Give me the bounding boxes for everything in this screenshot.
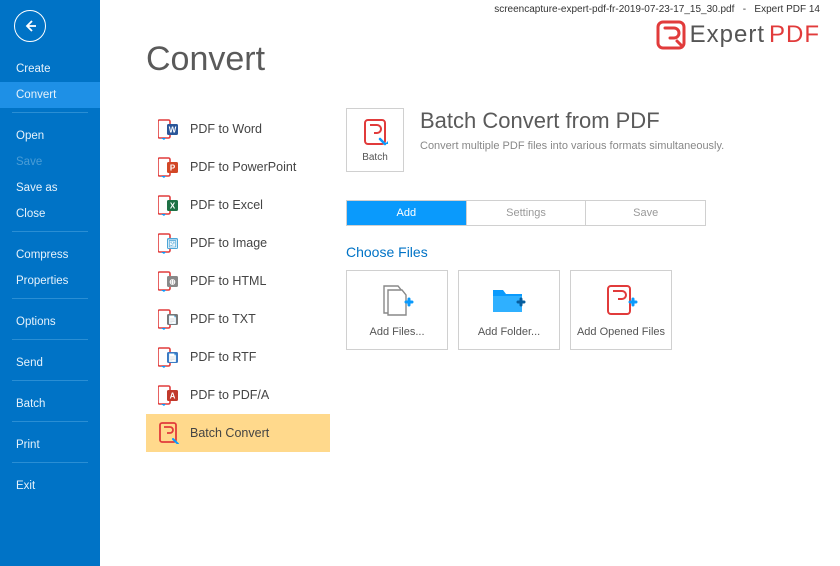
sidebar-item-close[interactable]: Close <box>0 201 100 227</box>
sidebar-item-open[interactable]: Open <box>0 123 100 149</box>
svg-text:📄: 📄 <box>168 315 178 325</box>
card-add-opened[interactable]: Add Opened Files <box>570 270 672 350</box>
page-title: Convert <box>146 40 840 79</box>
batch-icon <box>158 422 180 444</box>
txt-icon: 📄 <box>158 308 180 330</box>
pdfa-icon: A <box>158 384 180 406</box>
sidebar-item-create[interactable]: Create <box>0 56 100 82</box>
sidebar-item-print[interactable]: Print <box>0 432 100 458</box>
batch-icon <box>362 118 388 146</box>
convert-option-image[interactable]: 🖼PDF to Image <box>146 224 330 262</box>
batch-tile-label: Batch <box>362 152 388 163</box>
excel-icon: X <box>158 194 180 216</box>
add-files-icon <box>378 282 416 318</box>
panel-subtitle: Convert multiple PDF files into various … <box>420 140 724 152</box>
convert-panel: Batch Batch Convert from PDF Convert mul… <box>346 108 810 350</box>
batch-tile[interactable]: Batch <box>346 108 404 172</box>
sidebar-item-convert[interactable]: Convert <box>0 82 100 108</box>
card-add-files[interactable]: Add Files... <box>346 270 448 350</box>
sidebar-item-save: Save <box>0 149 100 175</box>
section-title: Choose Files <box>346 244 810 260</box>
sidebar-item-exit[interactable]: Exit <box>0 473 100 499</box>
svg-text:A: A <box>170 392 176 401</box>
svg-text:X: X <box>170 202 176 211</box>
svg-text:📄: 📄 <box>168 353 178 363</box>
convert-option-excel[interactable]: XPDF to Excel <box>146 186 330 224</box>
ppt-icon: P <box>158 156 180 178</box>
sidebar-item-send[interactable]: Send <box>0 350 100 376</box>
tab-add[interactable]: Add <box>347 201 467 225</box>
panel-title: Batch Convert from PDF <box>420 108 724 134</box>
html-icon: ⊕ <box>158 270 180 292</box>
back-button[interactable] <box>14 10 46 42</box>
sidebar-item-properties[interactable]: Properties <box>0 268 100 294</box>
add-opened-icon <box>602 282 640 318</box>
add-folder-icon <box>490 282 528 318</box>
word-icon: W <box>158 118 180 140</box>
card-add-folder[interactable]: Add Folder... <box>458 270 560 350</box>
sidebar-item-options[interactable]: Options <box>0 309 100 335</box>
convert-option-ppt[interactable]: PPDF to PowerPoint <box>146 148 330 186</box>
tab-save[interactable]: Save <box>586 201 705 225</box>
tab-settings[interactable]: Settings <box>467 201 587 225</box>
sidebar-item-save-as[interactable]: Save as <box>0 175 100 201</box>
svg-text:🖼: 🖼 <box>167 239 177 249</box>
convert-option-html[interactable]: ⊕PDF to HTML <box>146 262 330 300</box>
svg-text:⊕: ⊕ <box>169 278 176 287</box>
sidebar: CreateConvert OpenSaveSave asClose Compres… <box>0 0 100 566</box>
convert-options: WPDF to WordPPDF to PowerPointXPDF to Ex… <box>146 110 330 452</box>
rtf-icon: 📄 <box>158 346 180 368</box>
svg-text:W: W <box>169 126 177 135</box>
file-cards: Add Files...Add Folder...Add Opened File… <box>346 270 810 350</box>
sidebar-item-compress[interactable]: Compress <box>0 242 100 268</box>
step-tabs: AddSettingsSave <box>346 200 706 226</box>
convert-option-pdfa[interactable]: APDF to PDF/A <box>146 376 330 414</box>
convert-option-word[interactable]: WPDF to Word <box>146 110 330 148</box>
svg-text:P: P <box>170 164 176 173</box>
image-icon: 🖼 <box>158 232 180 254</box>
convert-option-txt[interactable]: 📄PDF to TXT <box>146 300 330 338</box>
convert-option-rtf[interactable]: 📄PDF to RTF <box>146 338 330 376</box>
convert-option-batch[interactable]: Batch Convert <box>146 414 330 452</box>
sidebar-item-batch[interactable]: Batch <box>0 391 100 417</box>
